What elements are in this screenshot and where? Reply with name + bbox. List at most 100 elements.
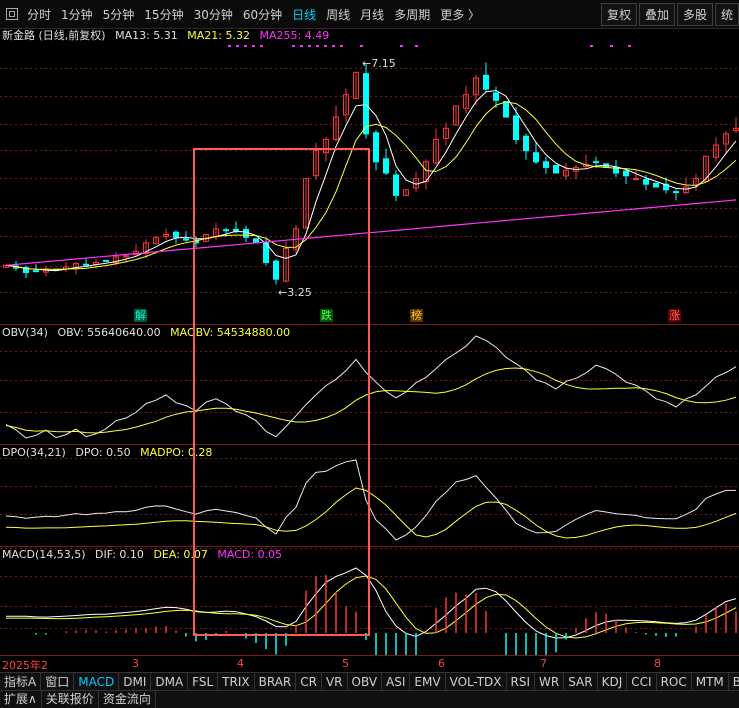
candle-body <box>363 73 369 135</box>
candle-body <box>493 92 499 101</box>
timeframe-tab[interactable]: 周线 <box>321 6 355 23</box>
candle-body <box>533 152 539 163</box>
event-marker[interactable]: 涨 <box>668 309 681 322</box>
candle-body <box>173 231 179 238</box>
event-marker[interactable]: 解 <box>134 309 147 322</box>
candle-body <box>223 229 229 232</box>
indicator-tab[interactable]: ROC <box>657 673 692 691</box>
high-price-label: ←7.15 <box>362 57 396 70</box>
indicator-tab[interactable]: CCI <box>627 673 657 691</box>
toolbar-button[interactable]: 叠加 <box>638 3 675 26</box>
candle-body <box>393 174 399 196</box>
signal-dot <box>590 45 593 47</box>
maobv-value: MAOBV: 54534880.00 <box>170 326 291 339</box>
timeframe-tab[interactable]: 5分钟 <box>98 6 140 23</box>
ma255-value: MA255: 4.49 <box>259 29 330 42</box>
timeframe-tab[interactable]: 15分钟 <box>139 6 188 23</box>
indicator-tab[interactable]: RSI <box>507 673 536 691</box>
madpo-value: MADPO: 0.28 <box>140 446 213 459</box>
timeframe-tab[interactable]: 更多 〉 <box>435 6 485 23</box>
ma21-line <box>5 101 737 270</box>
indicator-tab[interactable]: 指标A <box>0 673 42 691</box>
signal-dot <box>340 45 343 47</box>
candle-body <box>33 270 39 273</box>
candle-body <box>513 115 519 140</box>
timeframe-tab[interactable]: 分时 <box>22 6 56 23</box>
date-label: 6 <box>438 657 445 670</box>
indicator-tab[interactable]: SAR <box>564 673 598 691</box>
indicator-tab[interactable]: BRAR <box>255 673 297 691</box>
toolbar-button[interactable]: 多股 <box>676 3 713 26</box>
candle-body <box>483 74 489 90</box>
candle-body <box>523 135 529 152</box>
window-icon[interactable] <box>6 8 18 20</box>
panel-separator <box>0 324 739 325</box>
toolbar-button[interactable]: 统 <box>714 3 739 26</box>
event-marker[interactable]: 榜 <box>410 309 423 322</box>
date-label: 7 <box>540 657 547 670</box>
low-price-label: ←3.25 <box>278 286 312 299</box>
timeframe-tab[interactable]: 日线 <box>287 6 321 23</box>
indicator-tab[interactable]: BOLL <box>729 673 739 691</box>
indicator-tab[interactable]: ASI <box>382 673 411 691</box>
candle-body <box>653 182 659 188</box>
signal-dot <box>360 45 363 47</box>
date-label: 3 <box>132 657 139 670</box>
indicator-tab[interactable]: KDJ <box>598 673 628 691</box>
candle-body <box>273 260 279 280</box>
extension-tab[interactable]: 资金流向 <box>99 691 156 708</box>
signal-dot <box>252 45 255 47</box>
panel-separator <box>0 546 739 547</box>
indicator-tab[interactable]: DMI <box>119 673 152 691</box>
signal-dot <box>400 45 403 47</box>
indicator-tab[interactable]: FSL <box>188 673 219 691</box>
candle-body <box>103 259 109 262</box>
stock-title: 新金路 (日线,前复权) <box>2 29 106 42</box>
ma13-value: MA13: 5.31 <box>115 29 178 42</box>
candle-body <box>633 178 639 181</box>
indicator-tab[interactable]: DMA <box>151 673 189 691</box>
indicator-tab[interactable]: EMV <box>410 673 446 691</box>
timeframe-tab[interactable]: 多周期 <box>389 6 435 23</box>
indicator-tab[interactable]: OBV <box>348 673 383 691</box>
timeframe-tab[interactable]: 30分钟 <box>189 6 238 23</box>
signal-dot <box>610 45 613 47</box>
obv-panel-title: OBV(34) OBV: 55640640.00 MAOBV: 54534880… <box>2 326 296 340</box>
toolbar-button[interactable]: 复权 <box>600 3 637 26</box>
indicator-tab[interactable]: MACD <box>74 673 120 691</box>
macd-panel-title: MACD(14,53,5) DIF: 0.10 DEA: 0.07 MACD: … <box>2 548 288 562</box>
dif-value: DIF: 0.10 <box>95 548 144 561</box>
indicator-tab[interactable]: WR <box>535 673 565 691</box>
timeframe-tab[interactable]: 1分钟 <box>56 6 98 23</box>
event-marker[interactable]: 跌 <box>320 309 333 322</box>
candle-body <box>593 161 599 164</box>
indicator-tab[interactable]: VOL-TDX <box>446 673 507 691</box>
candle-body <box>183 238 189 241</box>
signal-dot <box>228 45 231 47</box>
signal-dot <box>316 45 319 47</box>
indicator-tab[interactable]: 窗口 <box>41 673 75 691</box>
obv-value: OBV: 55640640.00 <box>57 326 161 339</box>
date-label: 5 <box>342 657 349 670</box>
timeframe-tab[interactable]: 月线 <box>355 6 389 23</box>
indicator-tab[interactable]: MTM <box>692 673 729 691</box>
timeframe-tabs: 分时 1分钟 5分钟 15分钟 30分钟 60分钟 日线 周线 月线 多周期 更多 〉 <box>22 0 485 28</box>
signal-dot <box>260 45 263 47</box>
extension-tabs: 扩展∧ 关联报价 资金流向 <box>0 690 739 708</box>
candle-body <box>643 179 649 185</box>
signal-dot <box>244 45 247 47</box>
extension-tab[interactable]: 关联报价 <box>42 691 99 708</box>
date-label: 4 <box>237 657 244 670</box>
indicator-tab[interactable]: TRIX <box>218 673 255 691</box>
ma21-value: MA21: 5.32 <box>187 29 251 42</box>
extension-tab[interactable]: 扩展∧ <box>0 691 42 708</box>
indicator-tab[interactable]: VR <box>322 673 348 691</box>
indicator-tab[interactable]: CR <box>296 673 322 691</box>
timeframe-tab[interactable]: 60分钟 <box>238 6 287 23</box>
signal-dot <box>236 45 239 47</box>
signal-dot <box>292 45 295 47</box>
candle-body <box>383 158 389 174</box>
obv-title: OBV(34) <box>2 326 48 339</box>
dpo-panel-title: DPO(34,21) DPO: 0.50 MADPO: 0.28 <box>2 446 218 460</box>
date-axis: 2025年2 3 4 5 6 7 8 <box>0 655 739 672</box>
